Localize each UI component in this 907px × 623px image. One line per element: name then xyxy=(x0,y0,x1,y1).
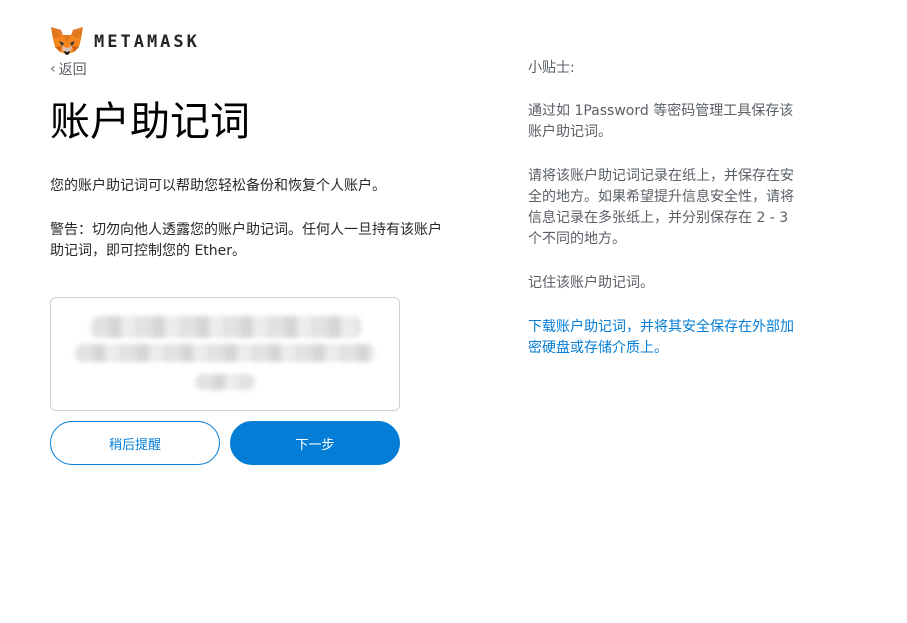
seed-phrase-reveal-box[interactable] xyxy=(50,297,400,411)
page-title: 账户助记词 xyxy=(50,99,250,145)
tip-item: 请将该账户助记词记录在纸上，并保存在安全的地方。如果希望提升信息安全性，请将信息… xyxy=(528,168,794,247)
security-warning: 警告：切勿向他人透露您的账户助记词。任何人一旦持有该账户助记词，即可控制您的 E… xyxy=(50,222,442,259)
tip-item: 通过如 1Password 等密码管理工具保存该账户助记词。 xyxy=(528,103,794,140)
metamask-wordmark: METAMASK xyxy=(94,32,200,52)
remind-later-button[interactable]: 稍后提醒 xyxy=(50,421,220,465)
next-button[interactable]: 下一步 xyxy=(230,421,400,465)
chevron-left-icon: ‹ xyxy=(50,61,56,77)
tip-item: 记住该账户助记词。 xyxy=(528,275,654,291)
metamask-fox-icon xyxy=(51,27,83,55)
back-label: 返回 xyxy=(58,62,87,78)
blurred-phrase-line xyxy=(195,374,255,390)
download-phrase-link[interactable]: 下载账户助记词，并将其安全保存在外部加密硬盘或存储介质上。 xyxy=(528,317,798,359)
tips-heading: 小贴士: xyxy=(528,60,575,76)
tips-panel: 小贴士: 通过如 1Password 等密码管理工具保存该账户助记词。 请将该账… xyxy=(528,58,798,382)
back-link[interactable]: ‹ 返回 xyxy=(50,59,87,79)
blurred-phrase-line xyxy=(75,344,375,362)
page-description: 您的账户助记词可以帮助您轻松备份和恢复个人账户。 xyxy=(50,178,386,194)
metamask-logo: METAMASK xyxy=(50,26,200,58)
blurred-phrase-line xyxy=(91,316,361,338)
